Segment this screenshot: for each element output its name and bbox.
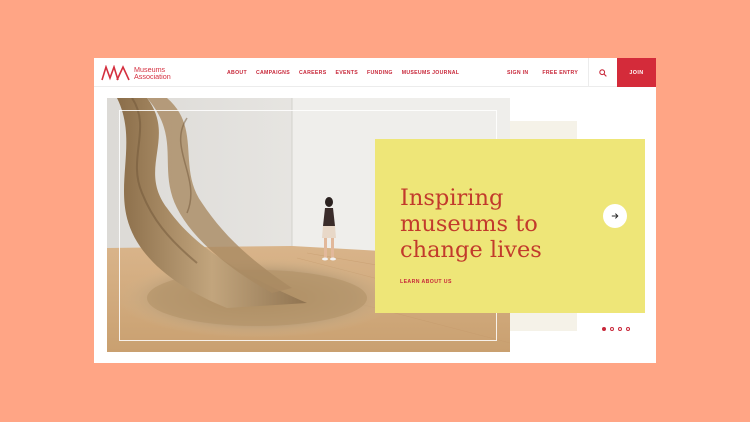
logo-text: Museums Association xyxy=(134,66,171,81)
hero-headline: Inspiring museums to change lives xyxy=(400,185,580,263)
headline-line-2: museums to xyxy=(400,211,538,237)
search-button[interactable] xyxy=(589,58,617,87)
website: Museums Association ABOUT CAMPAIGNS CARE… xyxy=(94,58,656,363)
next-slide-button[interactable] xyxy=(603,204,627,228)
search-icon xyxy=(599,68,607,77)
slide-dot-2[interactable] xyxy=(610,327,614,331)
nav-item-museums-journal[interactable]: MUSEUMS JOURNAL xyxy=(402,70,460,76)
museums-association-logo-mark xyxy=(101,65,130,81)
hero-card: Inspiring museums to change lives LEARN … xyxy=(375,139,645,313)
logo-line-2: Association xyxy=(134,72,171,81)
sign-in-link[interactable]: SIGN IN xyxy=(507,70,528,76)
slide-dot-4[interactable] xyxy=(626,327,630,331)
site-header: Museums Association ABOUT CAMPAIGNS CARE… xyxy=(94,58,656,87)
nav-item-careers[interactable]: CAREERS xyxy=(299,70,326,76)
utility-nav: SIGN IN FREE ENTRY xyxy=(507,58,592,87)
learn-about-us-link[interactable]: LEARN ABOUT US xyxy=(400,279,452,285)
free-entry-link[interactable]: FREE ENTRY xyxy=(542,70,578,76)
join-button[interactable]: JOIN xyxy=(617,58,656,87)
headline-line-3: change lives xyxy=(400,237,542,263)
nav-item-events[interactable]: EVENTS xyxy=(335,70,358,76)
nav-item-about[interactable]: ABOUT xyxy=(227,70,247,76)
main-nav: ABOUT CAMPAIGNS CAREERS EVENTS FUNDING M… xyxy=(227,58,468,87)
logo[interactable]: Museums Association xyxy=(101,64,171,82)
arrow-right-icon xyxy=(611,213,619,219)
slide-dot-1[interactable] xyxy=(602,327,606,331)
slide-indicators xyxy=(602,327,630,331)
nav-item-funding[interactable]: FUNDING xyxy=(367,70,393,76)
slide-dot-3[interactable] xyxy=(618,327,622,331)
headline-line-1: Inspiring xyxy=(400,185,504,211)
nav-item-campaigns[interactable]: CAMPAIGNS xyxy=(256,70,290,76)
